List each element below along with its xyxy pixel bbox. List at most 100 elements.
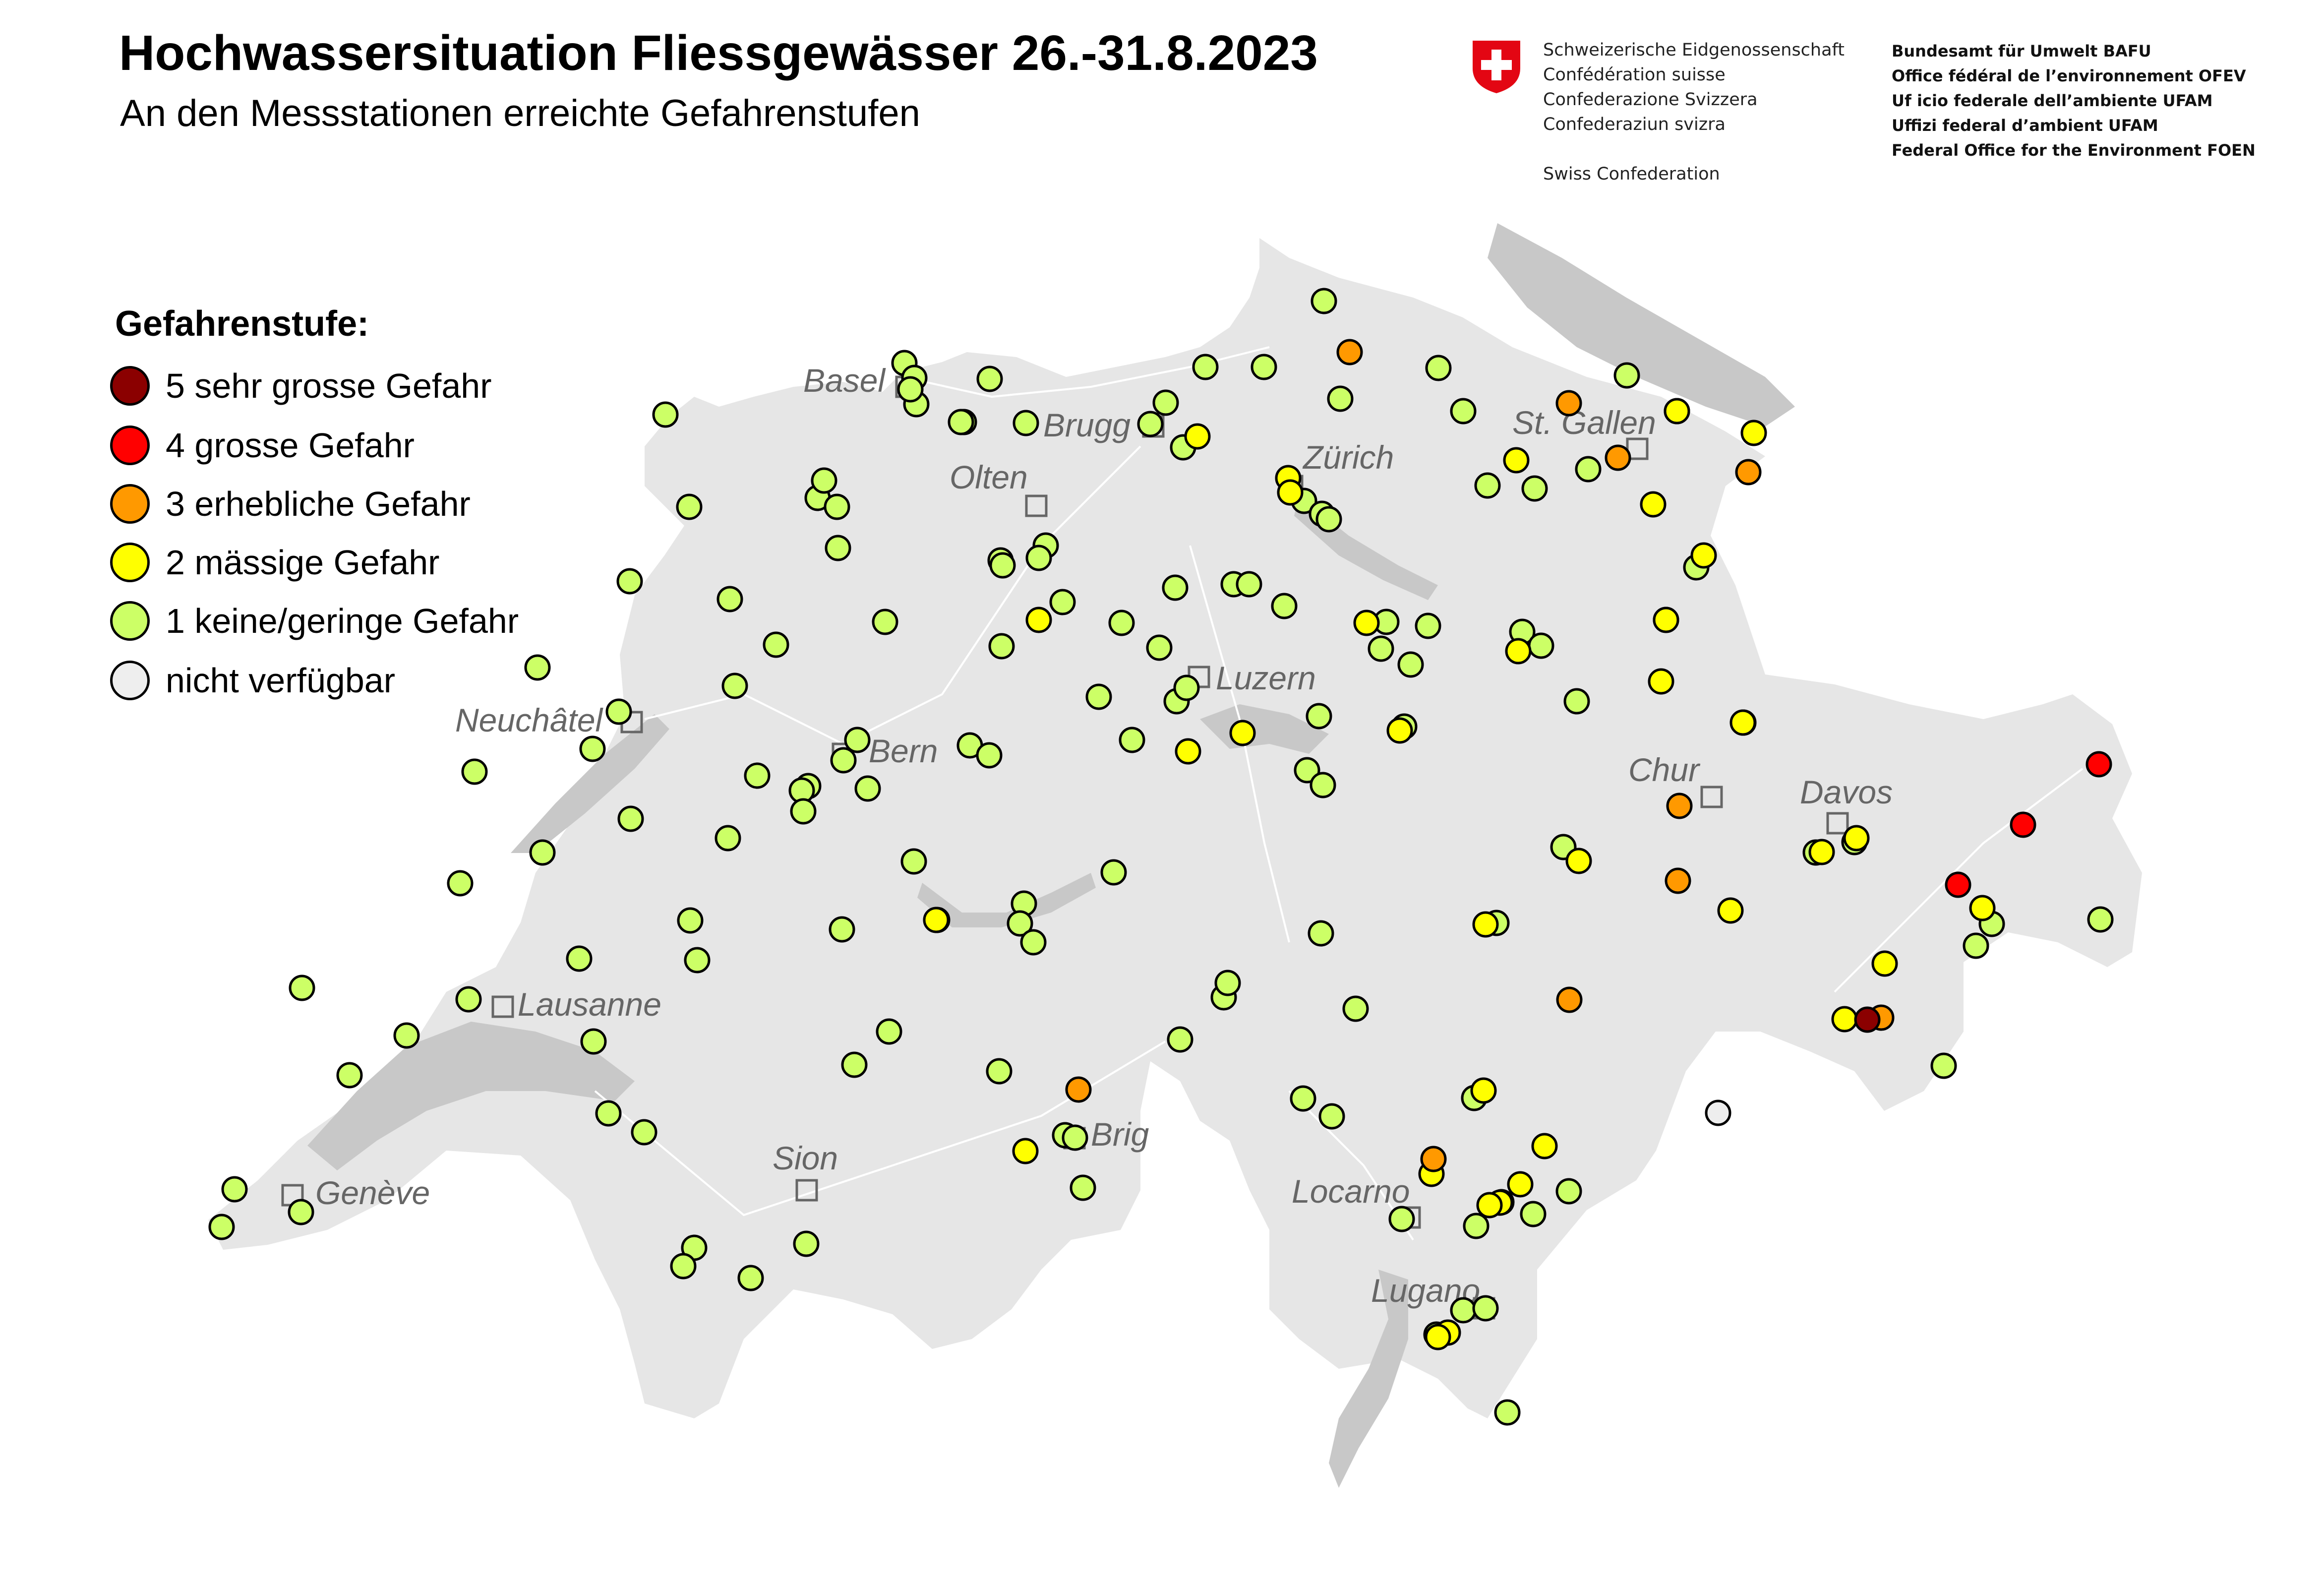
station-level-1 bbox=[876, 1018, 902, 1045]
station-level-1 bbox=[1494, 1399, 1521, 1426]
station-level-1 bbox=[948, 409, 974, 435]
station-level-1 bbox=[1236, 571, 1262, 598]
station-level-1 bbox=[616, 568, 643, 595]
station-level-2 bbox=[1565, 848, 1592, 874]
switzerland-map: Basel Brugg Olten Zürich St. Gallen Luzern Neu… bbox=[208, 223, 2142, 1488]
station-level-1 bbox=[989, 552, 1016, 579]
station-level-1 bbox=[1528, 632, 1554, 659]
station-level-1 bbox=[1397, 651, 1424, 678]
station-level-1 bbox=[1613, 362, 1640, 389]
station-level-2 bbox=[1353, 610, 1380, 636]
station-level-1 bbox=[988, 633, 1015, 660]
legend-label: 4 grosse Gefahr bbox=[166, 426, 415, 465]
station-level-2 bbox=[1808, 839, 1835, 865]
station-level-1 bbox=[1025, 545, 1052, 571]
station-level-3 bbox=[1420, 1146, 1447, 1172]
station-level-1 bbox=[1119, 727, 1145, 753]
station-level-1 bbox=[744, 762, 771, 789]
station-level-1 bbox=[825, 535, 851, 561]
city-label: Chur bbox=[1628, 751, 1701, 788]
station-level-1 bbox=[579, 735, 606, 762]
station-level-5 bbox=[1854, 1006, 1881, 1033]
legend-item: 4 grosse Gefahr bbox=[110, 421, 415, 470]
station-level-1 bbox=[841, 1051, 868, 1078]
station-not-available bbox=[1705, 1099, 1731, 1126]
station-level-1 bbox=[670, 1253, 697, 1280]
station-level-2 bbox=[1012, 1138, 1039, 1164]
station-level-1 bbox=[221, 1176, 248, 1203]
station-level-3 bbox=[1735, 459, 1762, 486]
station-level-2 bbox=[1386, 717, 1413, 744]
station-level-1 bbox=[1049, 589, 1076, 615]
station-level-1 bbox=[1463, 1213, 1490, 1239]
station-level-4 bbox=[2086, 751, 2112, 778]
station-level-1 bbox=[580, 1028, 607, 1055]
city-label: Olten bbox=[950, 459, 1028, 495]
legend-item: 1 keine/geringe Gefahr bbox=[110, 596, 519, 646]
station-level-2 bbox=[1648, 668, 1674, 695]
station-level-1 bbox=[829, 916, 855, 943]
station-level-2 bbox=[1476, 1192, 1503, 1219]
legend-label: nicht verfügbar bbox=[166, 661, 396, 700]
city-label: Locarno bbox=[1292, 1173, 1410, 1210]
station-level-1 bbox=[976, 366, 1003, 392]
station-level-1 bbox=[1425, 355, 1452, 381]
station-level-1 bbox=[1146, 634, 1173, 661]
station-level-1 bbox=[288, 1199, 314, 1225]
station-level-1 bbox=[1472, 1295, 1499, 1322]
city-label: Basel bbox=[803, 362, 886, 399]
station-level-1 bbox=[1173, 674, 1200, 701]
station-level-2 bbox=[1531, 1133, 1558, 1160]
station-level-1 bbox=[716, 586, 743, 612]
station-level-1 bbox=[676, 493, 703, 520]
station-level-2 bbox=[1229, 720, 1256, 746]
station-level-1 bbox=[721, 672, 748, 699]
station-level-2 bbox=[1664, 398, 1690, 425]
station-level-1 bbox=[1192, 354, 1219, 380]
station-level-2 bbox=[1843, 825, 1870, 852]
station-level-1 bbox=[1137, 411, 1164, 437]
station-level-1 bbox=[1308, 920, 1334, 947]
station-level-2 bbox=[1025, 607, 1052, 633]
station-level-1 bbox=[652, 401, 679, 428]
station-level-1 bbox=[208, 1214, 235, 1240]
station-level-3 bbox=[1065, 1076, 1092, 1103]
legend-label: 5 sehr grosse Gefahr bbox=[166, 366, 492, 405]
station-level-1 bbox=[455, 986, 482, 1013]
station-level-2 bbox=[1470, 1077, 1497, 1104]
station-level-1 bbox=[1070, 1174, 1096, 1201]
station-level-2 bbox=[1425, 1324, 1451, 1350]
station-level-1 bbox=[1162, 574, 1189, 601]
city-label: Lausanne bbox=[518, 986, 661, 1023]
legend-swatch bbox=[110, 661, 150, 700]
station-level-2 bbox=[1717, 897, 1744, 924]
station-level-1 bbox=[461, 758, 488, 785]
station-level-1 bbox=[1563, 688, 1590, 715]
station-level-1 bbox=[1062, 1124, 1088, 1151]
station-level-2 bbox=[1690, 542, 1717, 569]
station-level-1 bbox=[1555, 1178, 1582, 1205]
station-level-1 bbox=[1290, 1085, 1316, 1112]
station-level-1 bbox=[529, 839, 556, 866]
station-level-1 bbox=[617, 805, 644, 832]
station-level-1 bbox=[1251, 354, 1277, 380]
station-level-2 bbox=[1505, 638, 1532, 665]
station-level-1 bbox=[393, 1022, 420, 1049]
station-level-1 bbox=[1318, 1103, 1345, 1130]
station-level-1 bbox=[1310, 772, 1336, 798]
station-level-1 bbox=[1930, 1052, 1957, 1079]
station-level-1 bbox=[897, 376, 924, 403]
legend-title: Gefahrenstufe: bbox=[115, 304, 369, 344]
station-level-1 bbox=[289, 975, 315, 1001]
station-level-2 bbox=[923, 907, 950, 933]
station-level-1 bbox=[1450, 398, 1477, 425]
station-level-2 bbox=[1729, 709, 1756, 736]
legend-swatch bbox=[110, 601, 150, 641]
station-level-1 bbox=[1271, 593, 1298, 619]
legend-label: 3 erhebliche Gefahr bbox=[166, 485, 471, 523]
station-level-2 bbox=[1640, 491, 1667, 518]
station-level-3 bbox=[1665, 867, 1691, 894]
legend-swatch bbox=[110, 366, 150, 406]
station-level-1 bbox=[2087, 906, 2114, 933]
station-level-3 bbox=[1556, 986, 1583, 1013]
